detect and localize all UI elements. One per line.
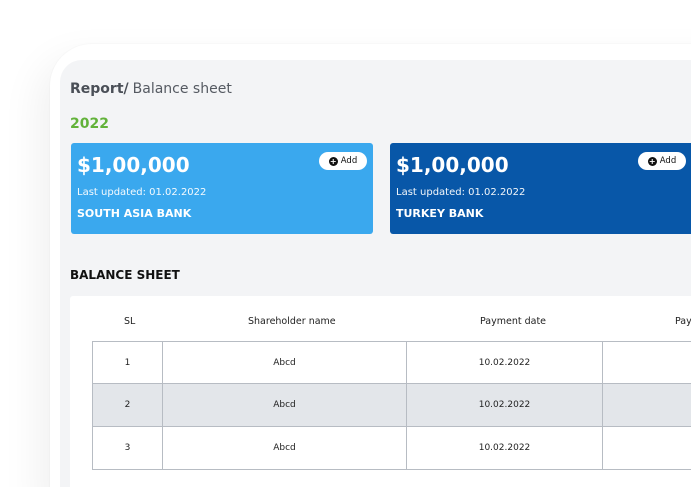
page: Report/Balance sheet 2022 $1,00,000 + Ad… xyxy=(0,0,691,487)
bank-card-south-asia: $1,00,000 + Add Last updated: 01.02.2022… xyxy=(71,143,373,234)
breadcrumb-current: Balance sheet xyxy=(132,81,232,97)
year-label: 2022 xyxy=(70,116,109,132)
cell-pay xyxy=(603,342,691,383)
cell-payment-date: 10.02.2022 xyxy=(407,342,603,383)
card-bank-name: SOUTH ASIA BANK xyxy=(77,207,192,220)
card-amount: $1,00,000 xyxy=(396,153,509,177)
card-amount: $1,00,000 xyxy=(77,153,190,177)
section-title: BALANCE SHEET xyxy=(70,268,180,282)
breadcrumb-root[interactable]: Report xyxy=(70,81,124,97)
add-button[interactable]: + Add xyxy=(319,152,367,170)
table-header: SL Shareholder name Payment date Pay xyxy=(70,296,691,346)
app-screen: Report/Balance sheet 2022 $1,00,000 + Ad… xyxy=(60,60,691,487)
column-header-sl: SL xyxy=(124,316,136,327)
card-last-updated: Last updated: 01.02.2022 xyxy=(396,187,526,198)
table-row[interactable]: 1 Abcd 10.02.2022 xyxy=(92,341,691,384)
plus-circle-icon: + xyxy=(328,156,338,166)
cell-sl: 1 xyxy=(93,342,163,383)
cell-shareholder-name: Abcd xyxy=(163,427,407,469)
cell-shareholder-name: Abcd xyxy=(163,342,407,383)
table-row[interactable]: 2 Abcd 10.02.2022 xyxy=(92,384,691,427)
cell-payment-date: 10.02.2022 xyxy=(407,384,603,426)
cell-pay xyxy=(603,427,691,469)
add-button[interactable]: + Add xyxy=(638,152,686,170)
column-header-pay: Pay xyxy=(675,316,691,327)
breadcrumb-separator: / xyxy=(123,81,129,97)
plus-circle-icon: + xyxy=(647,156,657,166)
column-header-shareholder: Shareholder name xyxy=(248,316,336,327)
cell-sl: 3 xyxy=(93,427,163,469)
add-button-label: Add xyxy=(340,156,358,166)
table-row[interactable]: 3 Abcd 10.02.2022 xyxy=(92,427,691,470)
cell-payment-date: 10.02.2022 xyxy=(407,427,603,469)
balance-sheet-table: SL Shareholder name Payment date Pay 1 A… xyxy=(70,296,691,487)
cell-sl: 2 xyxy=(93,384,163,426)
card-bank-name: TURKEY BANK xyxy=(396,207,484,220)
add-button-label: Add xyxy=(659,156,677,166)
bank-card-turkey: $1,00,000 + Add Last updated: 01.02.2022… xyxy=(390,143,691,234)
cell-pay xyxy=(603,384,691,426)
breadcrumb: Report/Balance sheet xyxy=(70,81,232,97)
cell-shareholder-name: Abcd xyxy=(163,384,407,426)
column-header-payment-date: Payment date xyxy=(480,316,547,327)
card-last-updated: Last updated: 01.02.2022 xyxy=(77,187,207,198)
